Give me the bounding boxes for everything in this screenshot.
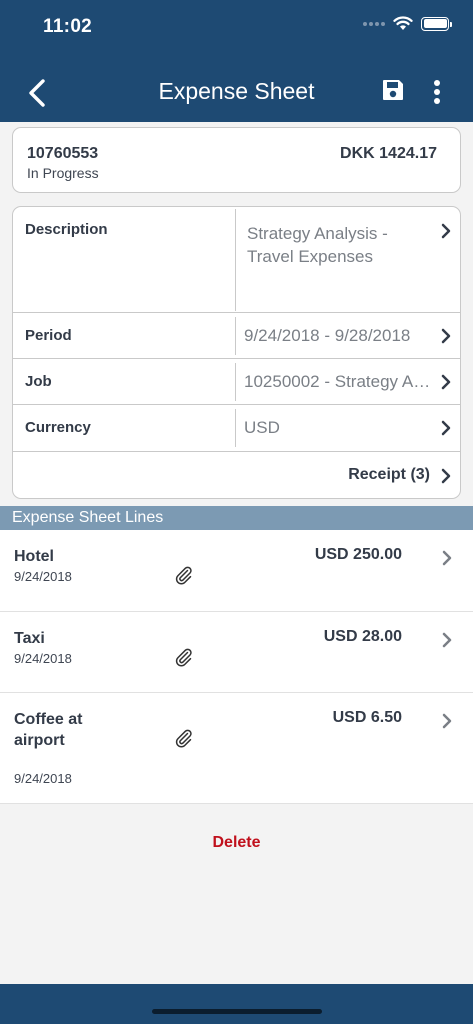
description-row[interactable]: Description Strategy Analysis - Travel E… [13, 207, 460, 313]
job-value: 10250002 - Strategy An... [244, 372, 434, 391]
chevron-right-icon [441, 420, 451, 436]
paperclip-icon [175, 566, 192, 585]
period-label: Period [25, 327, 72, 344]
line-date: 9/24/2018 [14, 771, 72, 786]
period-value: 9/24/2018 - 9/28/2018 [244, 326, 411, 345]
sheet-number: 10760553 [27, 145, 99, 162]
delete-button[interactable]: Delete [0, 834, 473, 852]
receipt-button[interactable]: Receipt (3) [348, 466, 430, 484]
chevron-right-icon [441, 374, 451, 390]
line-amount: USD 28.00 [323, 628, 402, 645]
chevron-right-icon [442, 632, 452, 648]
chevron-right-icon [441, 223, 451, 239]
line-description: Coffee at airport [14, 711, 83, 749]
chevron-right-icon [442, 550, 452, 566]
paperclip-icon [175, 648, 192, 667]
status-time: 11:02 [43, 16, 93, 37]
expense-sheet-summary: 10760553 In Progress DKK 1424.17 [12, 127, 461, 193]
job-label: Job [25, 373, 52, 390]
description-value-line: Travel Expenses [247, 247, 373, 266]
chevron-right-icon [442, 713, 452, 729]
save-button[interactable] [381, 78, 407, 104]
wifi-icon [393, 16, 413, 30]
expense-line-item[interactable]: Taxi 9/24/2018 USD 28.00 [0, 612, 473, 693]
currency-row[interactable]: Currency USD [13, 405, 460, 452]
period-row[interactable]: Period 9/24/2018 - 9/28/2018 [13, 313, 460, 359]
currency-value: USD [244, 418, 280, 437]
sheet-status: In Progress [27, 165, 99, 181]
sheet-total: DKK 1424.17 [340, 145, 437, 162]
line-amount: USD 6.50 [332, 709, 402, 726]
status-icons [363, 16, 452, 31]
save-icon [383, 80, 403, 100]
line-amount: USD 250.00 [314, 546, 402, 563]
description-label: Description [25, 221, 108, 238]
expense-line-item[interactable]: Hotel 9/24/2018 USD 250.00 [0, 530, 473, 612]
paperclip-icon [175, 729, 192, 748]
expense-lines-header: Expense Sheet Lines [0, 506, 473, 530]
currency-label: Currency [25, 419, 91, 436]
expense-line-item[interactable]: Coffee at airport 9/24/2018 USD 6.50 [0, 693, 473, 804]
chevron-right-icon [441, 328, 451, 344]
battery-icon [421, 16, 452, 31]
line-description: Taxi [14, 630, 45, 647]
bottom-bar [0, 984, 473, 1024]
expense-sheet-details: Description Strategy Analysis - Travel E… [12, 206, 461, 499]
line-date: 9/24/2018 [14, 651, 72, 666]
description-value-line: Strategy Analysis - [247, 224, 388, 243]
home-indicator[interactable] [152, 1009, 322, 1014]
cellular-signal-icon [363, 21, 385, 26]
top-bar: 11:02 Expense Sheet [0, 0, 473, 122]
line-date: 9/24/2018 [14, 569, 72, 584]
description-value: Strategy Analysis - Travel Expenses [247, 222, 388, 268]
chevron-right-icon [441, 468, 451, 484]
more-options-button[interactable] [429, 78, 445, 106]
job-row[interactable]: Job 10250002 - Strategy An... [13, 359, 460, 405]
line-description: Hotel [14, 548, 54, 565]
